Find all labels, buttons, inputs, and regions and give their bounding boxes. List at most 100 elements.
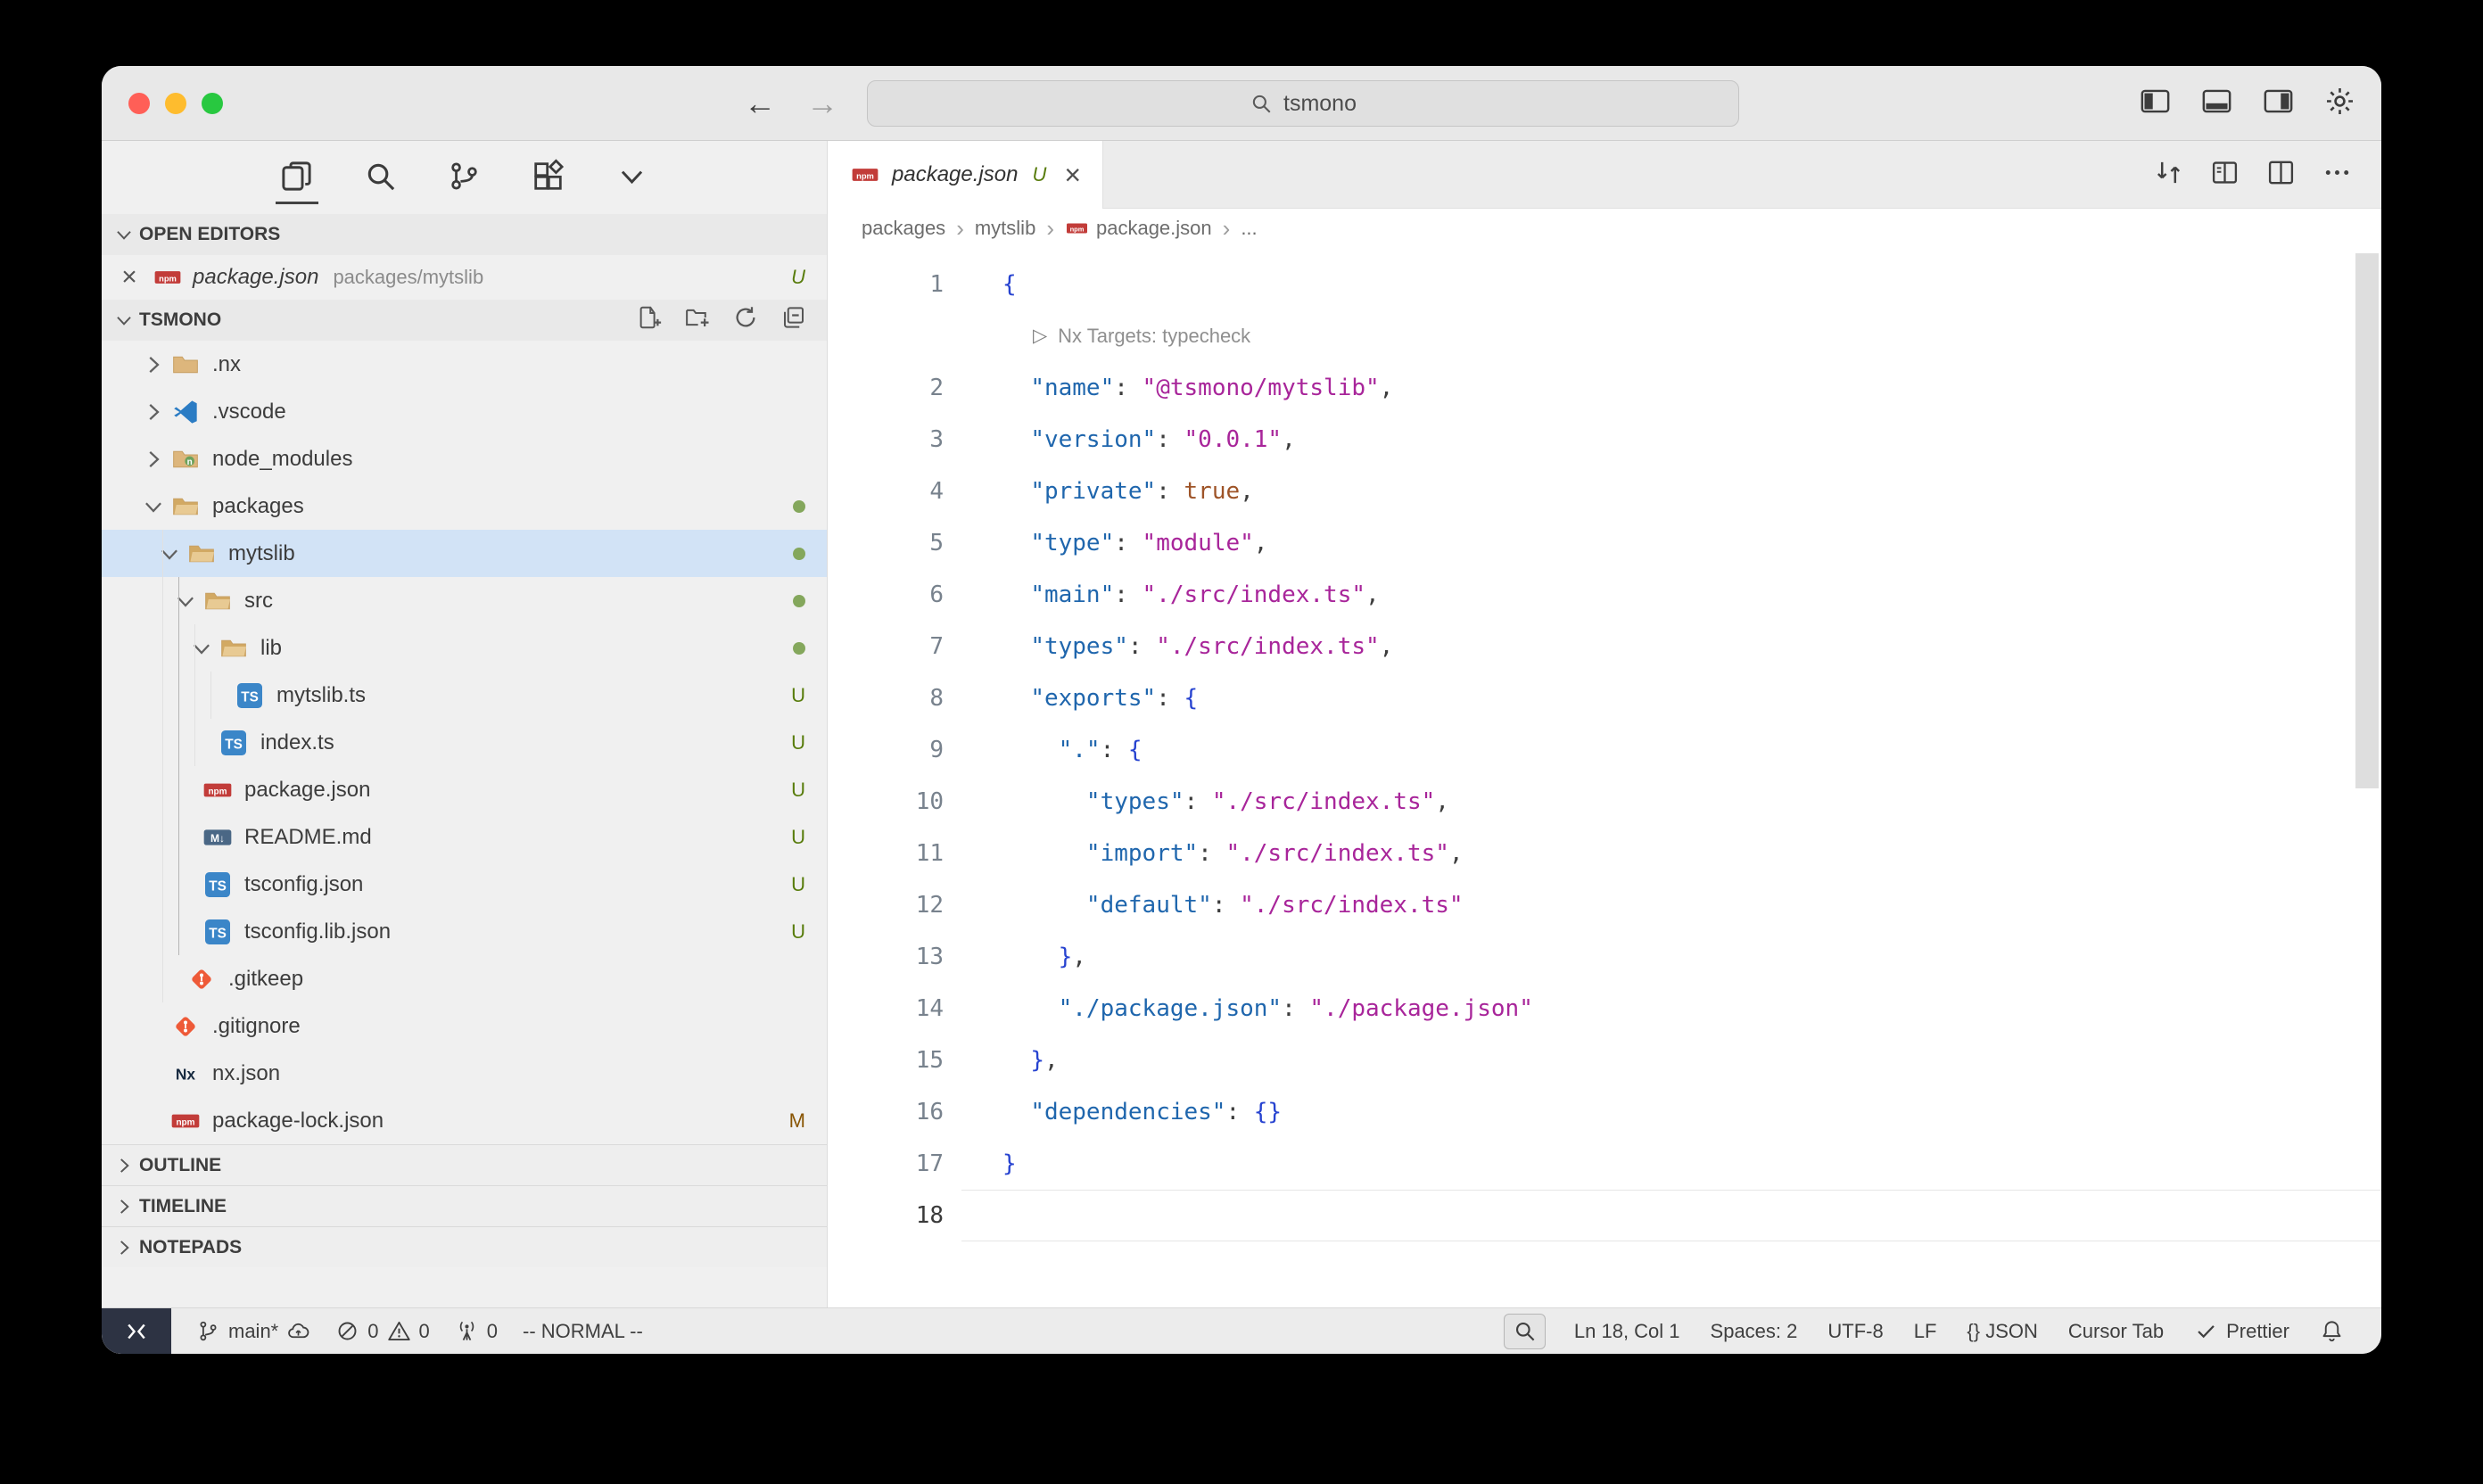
tree-item-src[interactable]: src [102,577,827,624]
code-line-3[interactable]: "version": "0.0.1", [961,414,2381,466]
code-line-9[interactable]: ".": { [961,724,2381,776]
code-line-16[interactable]: "dependencies": {} [961,1086,2381,1138]
code-token [1002,737,1059,763]
titlebar-action-panel-bottom[interactable] [2200,85,2233,122]
breadcrumb-item[interactable]: mytslib [975,217,1035,240]
code-line-7[interactable]: "types": "./src/index.ts", [961,621,2381,672]
code-line-11[interactable]: "import": "./src/index.ts", [961,828,2381,879]
vscode-icon [169,398,202,426]
tree-item-.gitkeep[interactable]: .gitkeep [102,955,827,1002]
tree-item-.vscode[interactable]: .vscode [102,388,827,435]
open-editor-item[interactable]: ×npmpackage.jsonpackages/mytslibU [102,255,827,300]
tree-item-nx.json[interactable]: Nxnx.json [102,1050,827,1097]
tree-item-tsconfig.lib.json[interactable]: TStsconfig.lib.jsonU [102,908,827,955]
status-formatter[interactable]: Prettier [2182,1308,2302,1354]
status-remote-indicator[interactable] [102,1308,171,1354]
status-cursor-position[interactable]: Ln 18, Col 1 [1562,1308,1693,1354]
tree-item-.nx[interactable]: .nx [102,341,827,388]
tree-item-index.ts[interactable]: TSindex.tsU [102,719,827,766]
code-line-2[interactable]: "name": "@tsmono/mytslib", [961,362,2381,414]
breadcrumb-item[interactable]: packages [862,217,945,240]
tree-item-package-lock.json[interactable]: npmpackage-lock.jsonM [102,1097,827,1144]
status-language-mode[interactable]: {} JSON [1954,1308,2050,1354]
titlebar-action-gear[interactable] [2323,85,2356,122]
tree-item-mytslib[interactable]: mytslib [102,530,827,577]
explorer-action-refresh[interactable] [732,304,763,336]
tree-item-package.json[interactable]: npmpackage.jsonU [102,766,827,813]
editor-action-split-editor[interactable] [2265,157,2297,193]
md-icon: M↓ [202,823,234,852]
forward-button[interactable]: → [806,85,838,122]
explorer-action-new-folder[interactable] [684,304,714,336]
editor-tab-package.json[interactable]: npmpackage.jsonU× [828,141,1103,209]
activity-source-control[interactable] [443,151,486,204]
editor-action-more[interactable] [2322,157,2353,193]
code-line-18[interactable] [961,1190,2381,1241]
extensions-icon [531,159,565,194]
tree-item-mytslib.ts[interactable]: TSmytslib.tsU [102,672,827,719]
code-line-1[interactable]: { [961,259,2381,310]
search-icon [1250,92,1273,115]
tree-item-README.md[interactable]: M↓README.mdU [102,813,827,861]
code-line-13[interactable]: }, [961,931,2381,983]
tree-item-tsconfig.json[interactable]: TStsconfig.jsonU [102,861,827,908]
close-tab-icon[interactable]: × [1064,161,1081,189]
code-line-6[interactable]: "main": "./src/index.ts", [961,569,2381,621]
code-line-5[interactable]: "type": "module", [961,517,2381,569]
titlebar-action-panel-left[interactable] [2139,85,2172,122]
app-window: ←→ tsmono OPEN EDITORS ×npmpackage.jsonp… [102,66,2381,1354]
close-editor-icon[interactable]: × [116,264,143,291]
back-button[interactable]: ← [744,85,776,122]
status-git-branch[interactable]: main* [184,1308,323,1354]
tree-item-packages[interactable]: packages [102,482,827,530]
codelens[interactable]: ▷Nx Targets: typecheck [961,310,2381,362]
activity-extensions[interactable] [527,151,570,204]
status-broadcast[interactable]: 0 [442,1308,510,1354]
explorer-header[interactable]: TSMONO [102,300,827,341]
code-line-10[interactable]: "types": "./src/index.ts", [961,776,2381,828]
status-vim-mode[interactable]: -- NORMAL -- [510,1308,656,1354]
editor-action-layout[interactable] [2209,157,2240,193]
zoom-button[interactable] [202,93,223,114]
activity-explorer[interactable] [276,151,318,204]
section-notepads[interactable]: NOTEPADS [102,1226,827,1267]
editor-scrollbar[interactable] [2355,253,2379,788]
status-zoom-control[interactable] [1504,1314,1546,1349]
code-line-4[interactable]: "private": true, [961,466,2381,517]
breadcrumb-item[interactable]: ... [1241,217,1257,240]
status-indentation[interactable]: Spaces: 2 [1698,1308,1811,1354]
activity-chevron-down[interactable] [611,151,654,204]
titlebar-action-panel-right[interactable] [2262,85,2295,122]
branch-icon [196,1319,220,1343]
command-center-search[interactable]: tsmono [867,80,1739,127]
tree-item-label: tsconfig.lib.json [244,919,391,944]
tree-item-lib[interactable]: lib [102,624,827,672]
tree-item-.gitignore[interactable]: .gitignore [102,1002,827,1050]
minimize-button[interactable] [165,93,186,114]
tree-item-node_modules[interactable]: nnode_modules [102,435,827,482]
code-token: , [1380,375,1394,401]
code-line-14[interactable]: "./package.json": "./package.json" [961,983,2381,1035]
explorer-action-collapse-all[interactable] [780,304,811,336]
status-eol[interactable]: LF [1901,1308,1950,1354]
editor-action-compare[interactable] [2153,157,2184,193]
code-token: "type" [1030,530,1114,556]
status-problems[interactable]: 00 [323,1308,442,1354]
breadcrumb-item[interactable]: npmpackage.json [1065,217,1212,240]
status-encoding[interactable]: UTF-8 [1815,1308,1895,1354]
close-button[interactable] [128,93,150,114]
code-line-12[interactable]: "default": "./src/index.ts" [961,879,2381,931]
section-timeline[interactable]: TIMELINE [102,1185,827,1226]
open-editors-header[interactable]: OPEN EDITORS [102,214,827,255]
code-line-15[interactable]: }, [961,1035,2381,1086]
code-line-8[interactable]: "exports": { [961,672,2381,724]
section-outline[interactable]: OUTLINE [102,1144,827,1185]
status-notifications[interactable] [2307,1308,2356,1354]
status-cursor-tab[interactable]: Cursor Tab [2056,1308,2176,1354]
explorer-action-new-file[interactable] [636,304,666,336]
code-line-17[interactable]: } [961,1138,2381,1190]
code-token: "./src/index.ts" [1143,581,1365,608]
explorer-title: TSMONO [139,309,221,331]
code-token: {} [1254,1099,1282,1125]
activity-search[interactable] [359,151,402,204]
